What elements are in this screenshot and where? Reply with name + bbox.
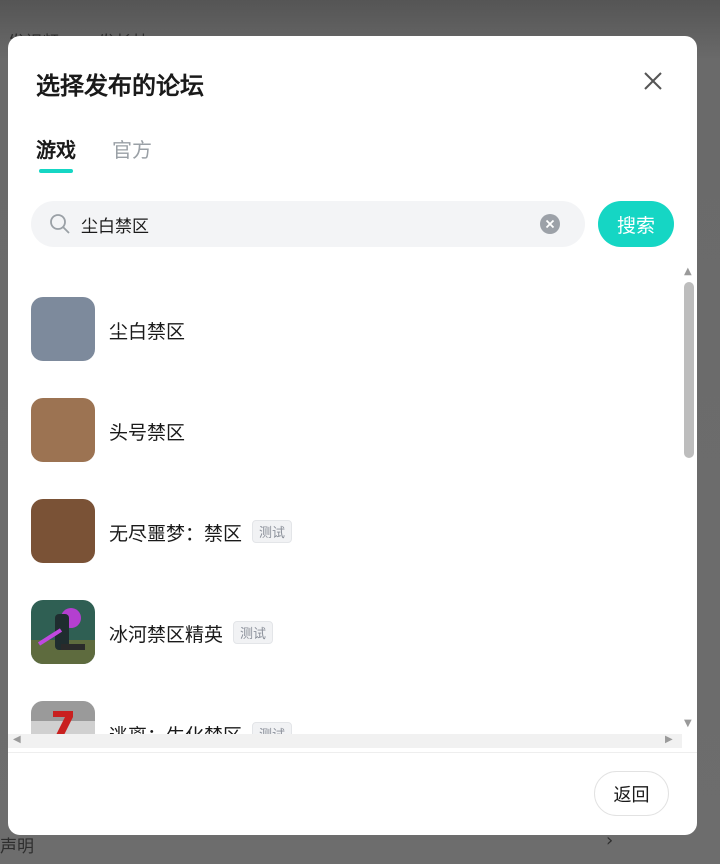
list-item[interactable]: 头号禁区	[8, 367, 678, 468]
forum-name: 无尽噩梦：禁区 测试	[109, 519, 293, 546]
clear-search-icon[interactable]	[540, 214, 560, 234]
forum-name: 头号禁区	[109, 422, 186, 444]
forum-name: 尘白禁区	[109, 321, 186, 343]
scroll-right-arrow-icon[interactable]: ▶	[665, 734, 673, 745]
footer-divider	[8, 752, 697, 753]
close-icon	[644, 72, 662, 90]
tab-official[interactable]: 官方	[112, 134, 152, 163]
list-item[interactable]: 无尽噩梦：禁区 测试	[8, 468, 678, 569]
forum-name: 逃离：生化禁区测试	[109, 721, 293, 734]
search-input[interactable]	[81, 201, 531, 247]
tab-games[interactable]: 游戏	[36, 134, 76, 163]
select-forum-dialog: 选择发布的论坛 游戏 官方 搜索 尘白禁区 头号禁区	[8, 36, 697, 835]
scroll-down-arrow-icon[interactable]: ▼	[684, 718, 692, 729]
horizontal-scrollbar[interactable]: ◀ ▶	[8, 734, 682, 748]
forum-icon	[31, 499, 95, 563]
vertical-scrollbar[interactable]: ▲ ▼	[682, 266, 696, 734]
dialog-title: 选择发布的论坛	[36, 72, 204, 100]
back-button[interactable]: 返回	[594, 771, 669, 816]
forum-icon	[31, 701, 95, 734]
active-tab-indicator	[39, 169, 73, 173]
scroll-up-arrow-icon[interactable]: ▲	[684, 266, 692, 277]
scroll-thumb[interactable]	[684, 282, 694, 458]
background-footer-label: 声明	[0, 837, 34, 857]
list-item[interactable]: 冰河禁区精英 测试	[8, 569, 678, 670]
search-icon	[50, 214, 70, 234]
forum-name: 冰河禁区精英 测试	[109, 620, 274, 647]
search-box	[31, 201, 585, 247]
search-button[interactable]: 搜索	[598, 201, 674, 247]
test-badge: 测试	[233, 621, 274, 644]
list-item[interactable]: 尘白禁区	[8, 266, 678, 367]
test-badge: 测试	[252, 722, 293, 734]
list-item[interactable]: 逃离：生化禁区测试	[8, 670, 678, 734]
forum-icon	[31, 297, 95, 361]
forum-results-list: 尘白禁区 头号禁区 无尽噩梦：禁区 测试 冰河禁区精英 测试	[8, 266, 697, 734]
close-button[interactable]	[638, 66, 668, 96]
forum-icon	[31, 398, 95, 462]
scroll-left-arrow-icon[interactable]: ◀	[13, 734, 21, 745]
forum-icon	[31, 600, 95, 664]
test-badge: 测试	[252, 520, 293, 543]
